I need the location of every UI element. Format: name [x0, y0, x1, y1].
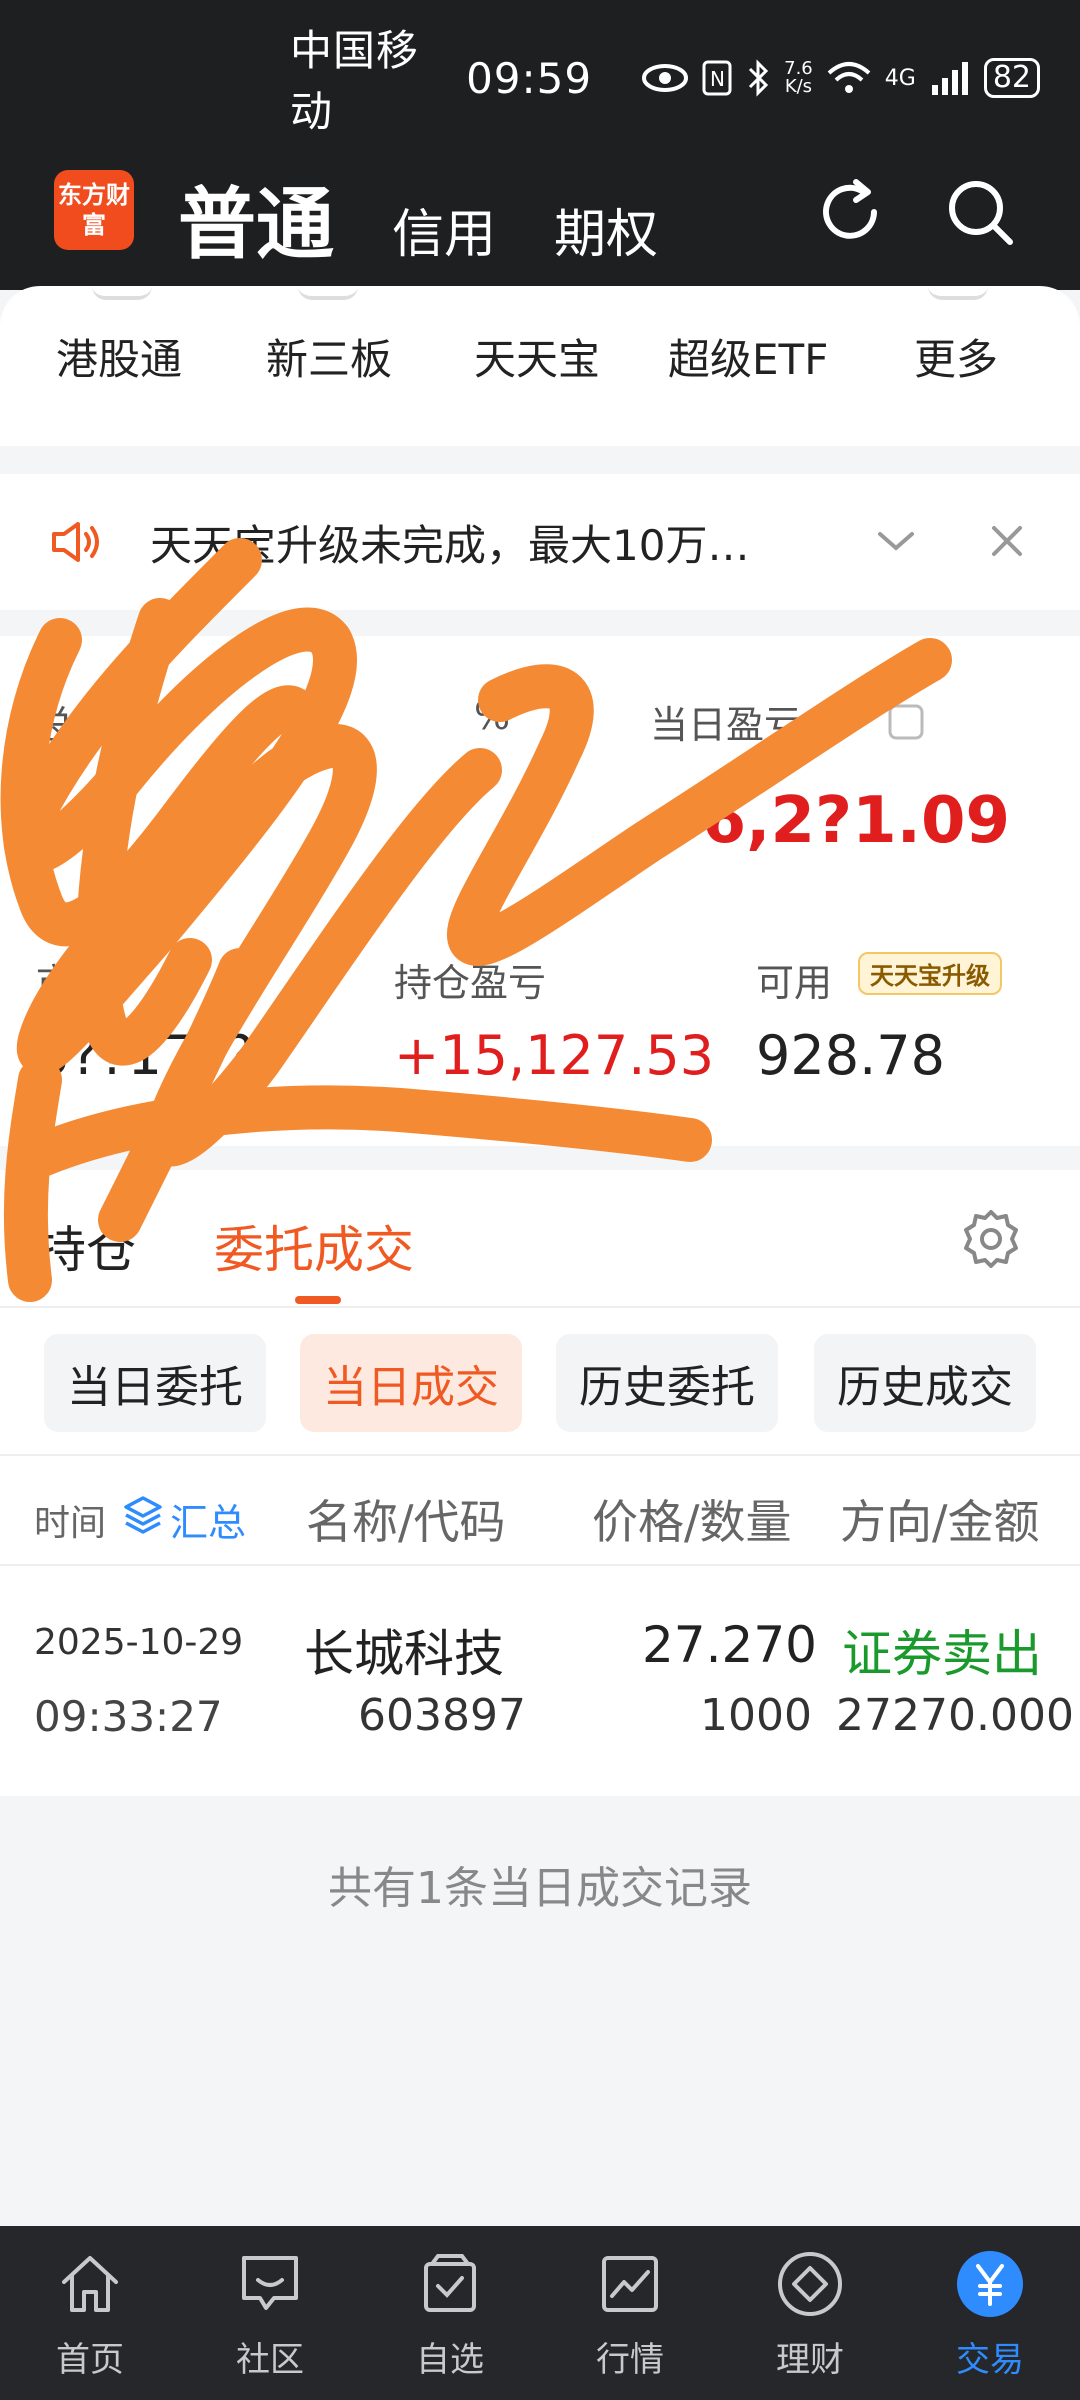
top-bar: 中国移动 09:59 N 7.6 K/s 4G 82 东方财富 普通 信用 期权 — [0, 0, 1080, 290]
entry-icon-partial — [298, 286, 358, 300]
nav-market[interactable]: 行情 — [560, 2248, 700, 2381]
tab-credit[interactable]: 信用 — [392, 192, 496, 267]
bluetooth-icon — [749, 59, 769, 97]
app-logo: 东方财富 — [54, 170, 134, 250]
entry-icon-partial — [92, 286, 152, 300]
tab-options[interactable]: 期权 — [554, 192, 658, 267]
market-value-label: 市值 — [36, 961, 113, 1005]
notice-text: 天天宝升级未完成，最大10万… — [150, 520, 750, 570]
net-speed-unit: K/s — [784, 76, 813, 97]
trade-time: 09:33:27 — [34, 1692, 223, 1741]
available-label: 可用 — [756, 961, 833, 1005]
eye-icon — [642, 64, 689, 92]
tab-normal[interactable]: 普通 — [178, 162, 334, 274]
nav-trade[interactable]: 交易 — [920, 2248, 1060, 2381]
clock: 09:59 — [466, 53, 593, 103]
trade-price: 27.270 — [642, 1616, 817, 1674]
chevron-right-icon[interactable] — [828, 704, 850, 738]
total-asset-label: 总资产 — [36, 703, 151, 747]
percent-hint: % — [474, 694, 511, 738]
nfc-icon: N — [702, 60, 732, 96]
refresh-icon[interactable] — [810, 172, 890, 252]
status-bar: 中国移动 09:59 N 7.6 K/s 4G 82 — [290, 26, 1040, 136]
battery-level: 82 — [983, 58, 1040, 98]
network-type: 4G — [884, 65, 916, 91]
svg-text:N: N — [710, 67, 725, 91]
chip-today-orders[interactable]: 当日委托 — [44, 1334, 266, 1432]
section-tabs: 持仓 委托成交 — [0, 1170, 1080, 1308]
nav-label: 行情 — [596, 2340, 664, 2380]
chip-history-orders[interactable]: 历史委托 — [556, 1334, 778, 1432]
nav-label: 自选 — [416, 2340, 484, 2380]
entry-super-etf[interactable]: 超级ETF — [668, 326, 828, 387]
col-price-qty: 价格/数量 — [592, 1495, 792, 1549]
nav-community[interactable]: 社区 — [200, 2248, 340, 2381]
nav-label: 交易 — [956, 2340, 1024, 2380]
nav-wealth[interactable]: 理财 — [740, 2248, 880, 2381]
watchlist-icon — [424, 2254, 476, 2312]
market-value-value: 5??17?? — [36, 1024, 254, 1087]
tab-orders-trades[interactable]: 委托成交 — [214, 1210, 414, 1282]
entry-neeq[interactable]: 新三板 — [266, 326, 392, 387]
chevron-down-icon[interactable] — [876, 526, 916, 556]
entry-tiantianbao[interactable]: 天天宝 — [474, 326, 600, 387]
entry-hk-connect[interactable]: 港股通 — [56, 326, 182, 387]
nav-label: 理财 — [776, 2340, 844, 2380]
trade-quantity: 1000 — [700, 1690, 812, 1741]
nav-home[interactable]: 首页 — [20, 2248, 160, 2381]
nav-label: 社区 — [236, 2340, 304, 2380]
daily-pnl-label[interactable]: 当日盈亏 — [650, 694, 802, 749]
table-row[interactable]: 2025-10-29 09:33:27 长城科技 603897 27.270 1… — [0, 1566, 1080, 1796]
quick-entry-bar: 港股通 新三板 天天宝 超级ETF 更多 — [0, 286, 1080, 446]
tab-holdings[interactable]: 持仓 — [36, 1210, 136, 1282]
close-icon[interactable] — [988, 522, 1026, 560]
trade-date: 2025-10-29 — [34, 1622, 244, 1663]
chart-icon — [602, 2256, 658, 2312]
wifi-icon — [827, 62, 871, 93]
stock-code: 603897 — [358, 1690, 526, 1741]
available-value: 928.78 — [756, 1024, 945, 1087]
speaker-icon — [52, 522, 99, 562]
nav-label: 首页 — [56, 2340, 124, 2380]
chip-history-trades[interactable]: 历史成交 — [814, 1334, 1036, 1432]
diamond-icon — [778, 2252, 842, 2316]
tiantianbao-upgrade-badge[interactable]: 天天宝升级 — [858, 952, 1002, 995]
home-icon — [62, 2256, 118, 2312]
position-pnl-value: +15,127.53 — [394, 1024, 715, 1087]
asset-card: 总资产 % 当日盈亏 +6,2?1.09 市值 持仓盈亏 可用 天天宝升级 5?… — [0, 636, 1080, 1146]
net-speed: 7.6 K/s — [784, 60, 813, 96]
bottom-nav: 首页 社区 自选 行情 理财 交易 — [0, 2226, 1080, 2400]
search-icon[interactable] — [940, 172, 1020, 252]
signal-icon — [931, 62, 968, 95]
record-summary: 共有1条当日成交记录 — [328, 1863, 752, 1914]
position-pnl-label: 持仓盈亏 — [394, 961, 547, 1005]
daily-pnl-value: +6,2?1.09 — [648, 784, 1011, 858]
summary-link[interactable]: 汇总 — [170, 1492, 246, 1547]
yuan-icon — [957, 2251, 1023, 2317]
chip-today-trades[interactable]: 当日成交 — [300, 1334, 522, 1432]
settings-gear-icon[interactable] — [958, 1206, 1024, 1272]
eye-toggle-icon[interactable] — [886, 702, 926, 742]
filter-chips: 当日委托 当日成交 历史委托 历史成交 — [0, 1308, 1080, 1456]
carrier-label: 中国移动 — [290, 26, 420, 136]
notice-bar[interactable]: 天天宝升级未完成，最大10万… — [0, 474, 1080, 610]
layers-icon[interactable] — [122, 1494, 164, 1536]
entry-more[interactable]: 更多 — [914, 326, 998, 387]
entry-icon-partial — [928, 286, 988, 300]
status-icons: N 7.6 K/s 4G 82 — [642, 58, 1040, 98]
col-name-code: 名称/代码 — [306, 1495, 506, 1549]
nav-watchlist[interactable]: 自选 — [380, 2248, 520, 2381]
trade-direction: 证券卖出 — [842, 1625, 1042, 1683]
col-time: 时间 — [34, 1503, 107, 1544]
col-direction-amount: 方向/金额 — [840, 1495, 1040, 1549]
active-tab-indicator — [295, 1296, 341, 1304]
stock-name: 长城科技 — [304, 1625, 504, 1683]
trade-amount: 27270.000 — [836, 1690, 1074, 1741]
table-header: 时间 汇总 名称/代码 价格/数量 方向/金额 — [0, 1456, 1080, 1566]
chat-icon — [242, 2256, 298, 2310]
